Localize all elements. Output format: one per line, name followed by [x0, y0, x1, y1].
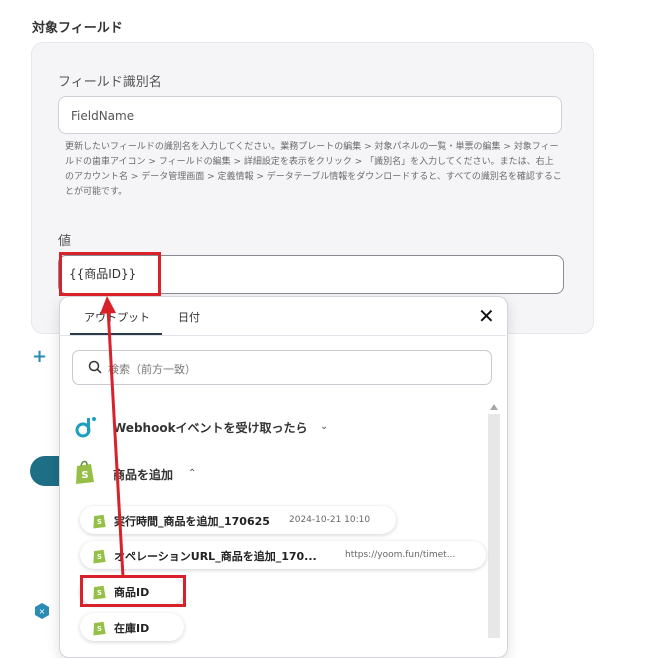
- svg-text:×: ×: [39, 607, 46, 616]
- section-title: 対象フィールド: [32, 21, 123, 36]
- list-item-label: 実行時間_商品を追加_170625: [114, 515, 270, 528]
- list-item-value: https://yoom.fun/timet...: [345, 550, 456, 560]
- shopify-icon: S: [74, 460, 96, 485]
- webhook-icon: [74, 415, 98, 439]
- tab-date[interactable]: 日付: [178, 309, 200, 325]
- shopify-icon: S: [92, 512, 107, 529]
- value-label: 値: [58, 234, 72, 249]
- app-logo-icon: ×: [34, 603, 50, 619]
- field-id-help-text: 更新したいフィールドの識別名を入力してください。業務プレートの編集 > 対象パネ…: [65, 142, 562, 197]
- chevron-down-icon[interactable]: ⌄: [320, 421, 328, 432]
- highlight-box-value: [59, 252, 161, 296]
- svg-text:S: S: [97, 625, 102, 633]
- list-item-value: 2024-10-21 10:10: [289, 515, 371, 525]
- group-webhook[interactable]: Webhookイベントを受け取ったら: [113, 419, 308, 436]
- search-placeholder: 検索（前方一致）: [108, 363, 196, 376]
- primary-button-partial[interactable]: [30, 456, 62, 486]
- svg-text:S: S: [97, 518, 102, 526]
- group-add-product[interactable]: 商品を追加: [113, 466, 173, 483]
- field-id-label: フィールド識別名: [58, 75, 162, 90]
- scroll-up-icon[interactable]: [490, 404, 498, 410]
- tab-divider: [60, 335, 506, 336]
- field-id-input[interactable]: FieldName: [58, 96, 562, 134]
- close-icon[interactable]: ✕: [478, 306, 495, 326]
- search-icon: [88, 359, 102, 374]
- svg-text:S: S: [97, 553, 102, 561]
- scrollbar[interactable]: [488, 414, 500, 638]
- highlight-box-item: [80, 575, 186, 607]
- chevron-up-icon[interactable]: ⌃: [188, 468, 196, 479]
- tab-output[interactable]: アウトプット: [84, 309, 150, 325]
- list-item-label: 在庫ID: [114, 622, 150, 635]
- shopify-icon: S: [92, 547, 107, 564]
- svg-text:S: S: [81, 470, 88, 481]
- shopify-icon: S: [92, 619, 107, 636]
- list-item-label: オペレーションURL_商品を追加_170...: [114, 550, 317, 563]
- plus-icon[interactable]: +: [32, 346, 47, 367]
